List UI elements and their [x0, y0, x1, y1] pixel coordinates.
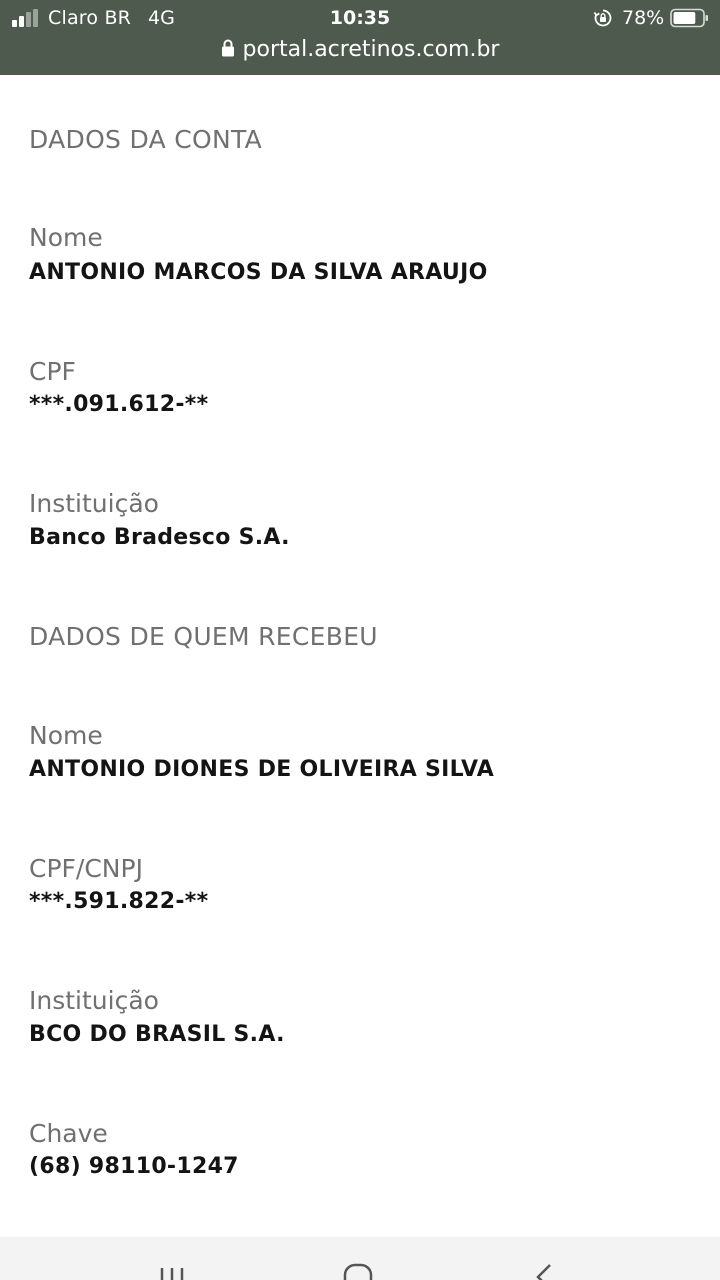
- recipient-cpf-label: CPF/CNPJ: [29, 854, 143, 883]
- account-cpf-value: ***.091.612-**: [29, 392, 209, 417]
- address-bar[interactable]: portal.acretinos.com.br: [0, 36, 720, 66]
- account-name-value: ANTONIO MARCOS DA SILVA ARAUJO: [29, 260, 488, 285]
- rotation-lock-icon: [593, 9, 612, 27]
- status-bar: Claro BR 4G 10:35 78% portal.acretinos.c…: [0, 0, 720, 75]
- home-icon[interactable]: [338, 1237, 378, 1280]
- lock-icon: [221, 39, 234, 57]
- account-section-title: DADOS DA CONTA: [29, 125, 262, 154]
- recent-apps-icon[interactable]: [154, 1237, 190, 1280]
- back-icon[interactable]: [526, 1237, 560, 1280]
- recipient-key-value: (68) 98110-1247: [29, 1154, 239, 1179]
- battery-icon: [670, 8, 708, 28]
- account-name-label: Nome: [29, 223, 103, 252]
- account-cpf-label: CPF: [29, 357, 76, 386]
- recipient-institution-value: BCO DO BRASIL S.A.: [29, 1022, 285, 1047]
- url-text: portal.acretinos.com.br: [242, 37, 500, 62]
- battery-percent: 78%: [622, 7, 665, 29]
- recipient-key-label: Chave: [29, 1119, 108, 1148]
- account-institution-value: Banco Bradesco S.A.: [29, 525, 290, 550]
- recipient-section-title: DADOS DE QUEM RECEBEU: [29, 622, 378, 651]
- status-row: Claro BR 4G 10:35 78%: [0, 0, 720, 36]
- navigation-bar: [0, 1237, 720, 1280]
- recipient-name-label: Nome: [29, 721, 103, 750]
- recipient-institution-label: Instituição: [29, 986, 159, 1015]
- account-institution-label: Instituição: [29, 489, 159, 518]
- recipient-cpf-value: ***.591.822-**: [29, 889, 209, 914]
- recipient-name-value: ANTONIO DIONES DE OLIVEIRA SILVA: [29, 757, 495, 782]
